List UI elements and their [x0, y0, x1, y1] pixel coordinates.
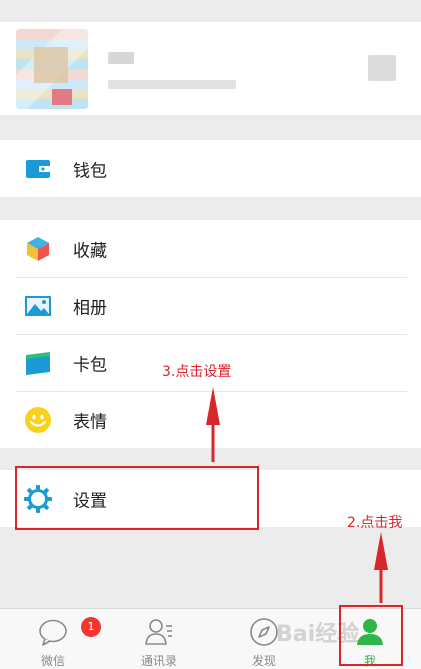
unread-badge: 1 — [81, 617, 101, 637]
tab-label: 微信 — [40, 654, 65, 668]
menu-item-stickers[interactable]: 表情 — [0, 391, 421, 448]
highlight-box-me — [339, 605, 403, 666]
tab-chats[interactable]: 1 微信 — [18, 609, 101, 669]
menu-item-label: 卡包 — [73, 355, 107, 375]
cube-icon — [27, 236, 49, 261]
tab-label: 通讯录 — [140, 654, 177, 668]
chat-bubble-icon — [39, 619, 67, 646]
card-pack-icon — [26, 351, 50, 375]
profile-name-blurred — [108, 52, 134, 64]
arrow-to-me-label — [374, 532, 388, 603]
avatar[interactable] — [16, 29, 88, 109]
annotation-click-settings: 3.点击设置 — [162, 364, 232, 380]
wallet-icon — [26, 159, 50, 178]
tab-label: 发现 — [251, 654, 276, 668]
profile-card[interactable] — [0, 22, 421, 115]
menu-item-album[interactable]: 相册 — [0, 277, 421, 334]
menu-item-label: 钱包 — [73, 161, 107, 181]
profile-id-blurred — [108, 80, 236, 89]
wallet-group: 钱包 — [0, 140, 421, 197]
menu-item-label: 收藏 — [73, 241, 107, 261]
features-group: 收藏 相册 卡包 表情 — [0, 220, 421, 448]
smiley-icon — [25, 406, 51, 433]
contacts-icon — [145, 619, 172, 645]
menu-item-label: 相册 — [73, 298, 107, 318]
menu-item-label: 表情 — [73, 412, 107, 432]
tab-contacts[interactable]: 通讯录 — [124, 609, 194, 669]
compass-icon — [250, 618, 278, 646]
highlight-box-settings — [15, 466, 259, 530]
qr-code-icon[interactable] — [368, 55, 396, 81]
image-icon — [25, 295, 51, 316]
menu-item-favorites[interactable]: 收藏 — [0, 220, 421, 277]
menu-item-wallet[interactable]: 钱包 — [0, 140, 421, 197]
annotation-click-me: 2.点击我 — [347, 515, 403, 531]
